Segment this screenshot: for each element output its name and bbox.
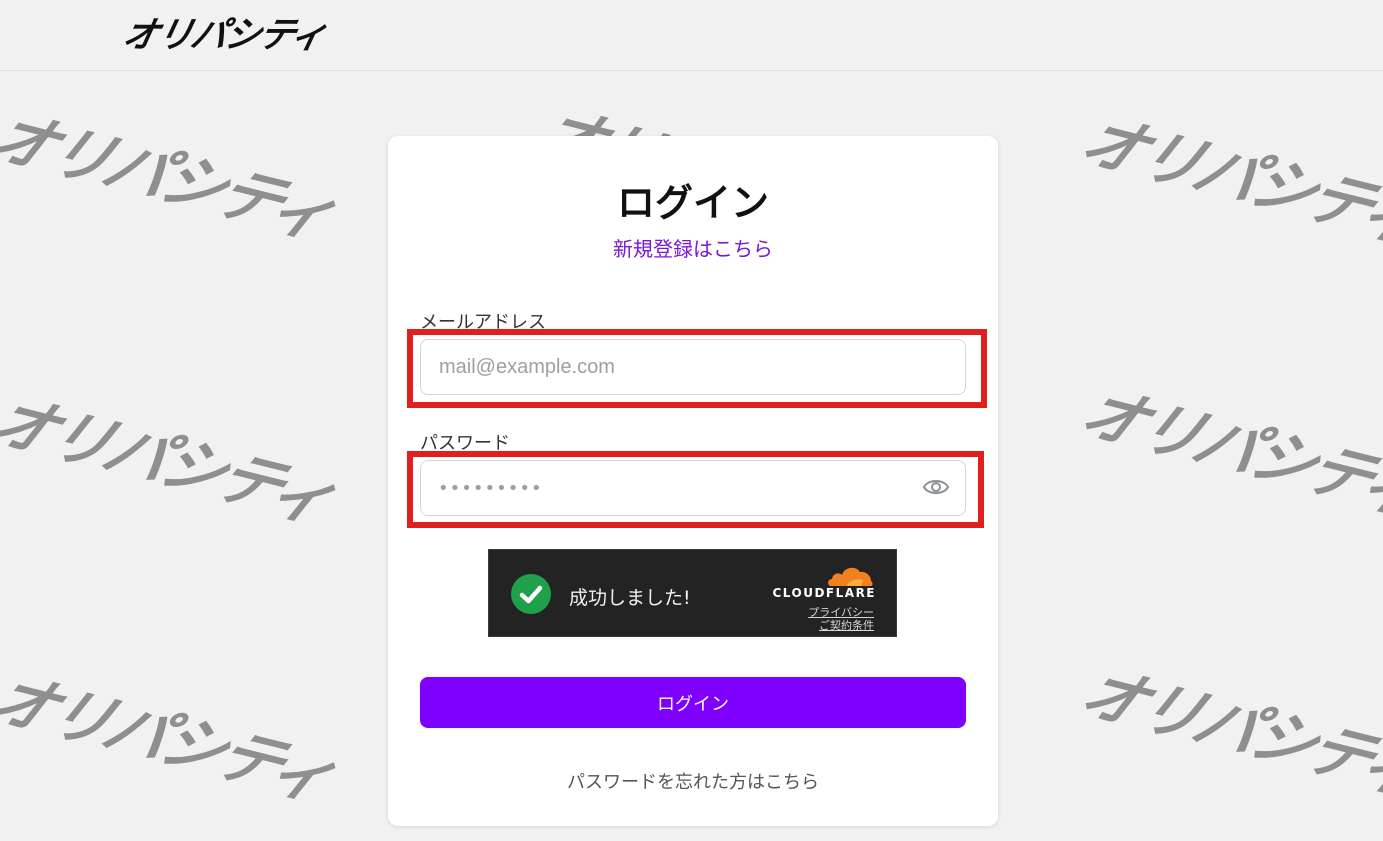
password-label: パスワード bbox=[420, 433, 510, 454]
email-field[interactable] bbox=[420, 339, 966, 395]
signup-link[interactable]: 新規登録はこちら bbox=[388, 233, 998, 262]
login-page: オリパシティ オリパシティ オリパシティ オリパシティ オリパシティ オリパシテ… bbox=[0, 0, 1383, 841]
watermark-logo: オリパシティ bbox=[0, 384, 346, 536]
login-button[interactable]: ログイン bbox=[420, 677, 966, 728]
login-card: ログイン 新規登録はこちら メールアドレス パスワード ••••••••• 成功… bbox=[388, 136, 998, 826]
site-header: オリパシティ bbox=[0, 0, 1383, 71]
eye-icon[interactable] bbox=[922, 476, 950, 498]
terms-link[interactable]: ご契約条件 bbox=[819, 617, 874, 633]
watermark-logo: オリパシティ bbox=[1069, 104, 1383, 256]
email-label: メールアドレス bbox=[420, 312, 546, 333]
captcha-widget: 成功しました! CLOUDFLARE プライバシー ご契約条件 bbox=[488, 549, 897, 637]
site-logo[interactable]: オリパシティ bbox=[118, 6, 331, 58]
watermark-logo: オリパシティ bbox=[1069, 376, 1383, 528]
watermark-logo: オリパシティ bbox=[0, 100, 346, 252]
cloudflare-logo-text: CLOUDFLARE bbox=[772, 586, 876, 600]
captcha-status: 成功しました! bbox=[569, 587, 691, 609]
forgot-password-link[interactable]: パスワードを忘れた方はこちら bbox=[388, 768, 998, 794]
watermark-logo: オリパシティ bbox=[1069, 656, 1383, 808]
checkmark-icon bbox=[511, 574, 551, 614]
cloud-icon bbox=[825, 562, 875, 588]
page-title: ログイン bbox=[616, 181, 769, 225]
password-field[interactable] bbox=[420, 460, 966, 516]
watermark-logo: オリパシティ bbox=[0, 662, 346, 814]
